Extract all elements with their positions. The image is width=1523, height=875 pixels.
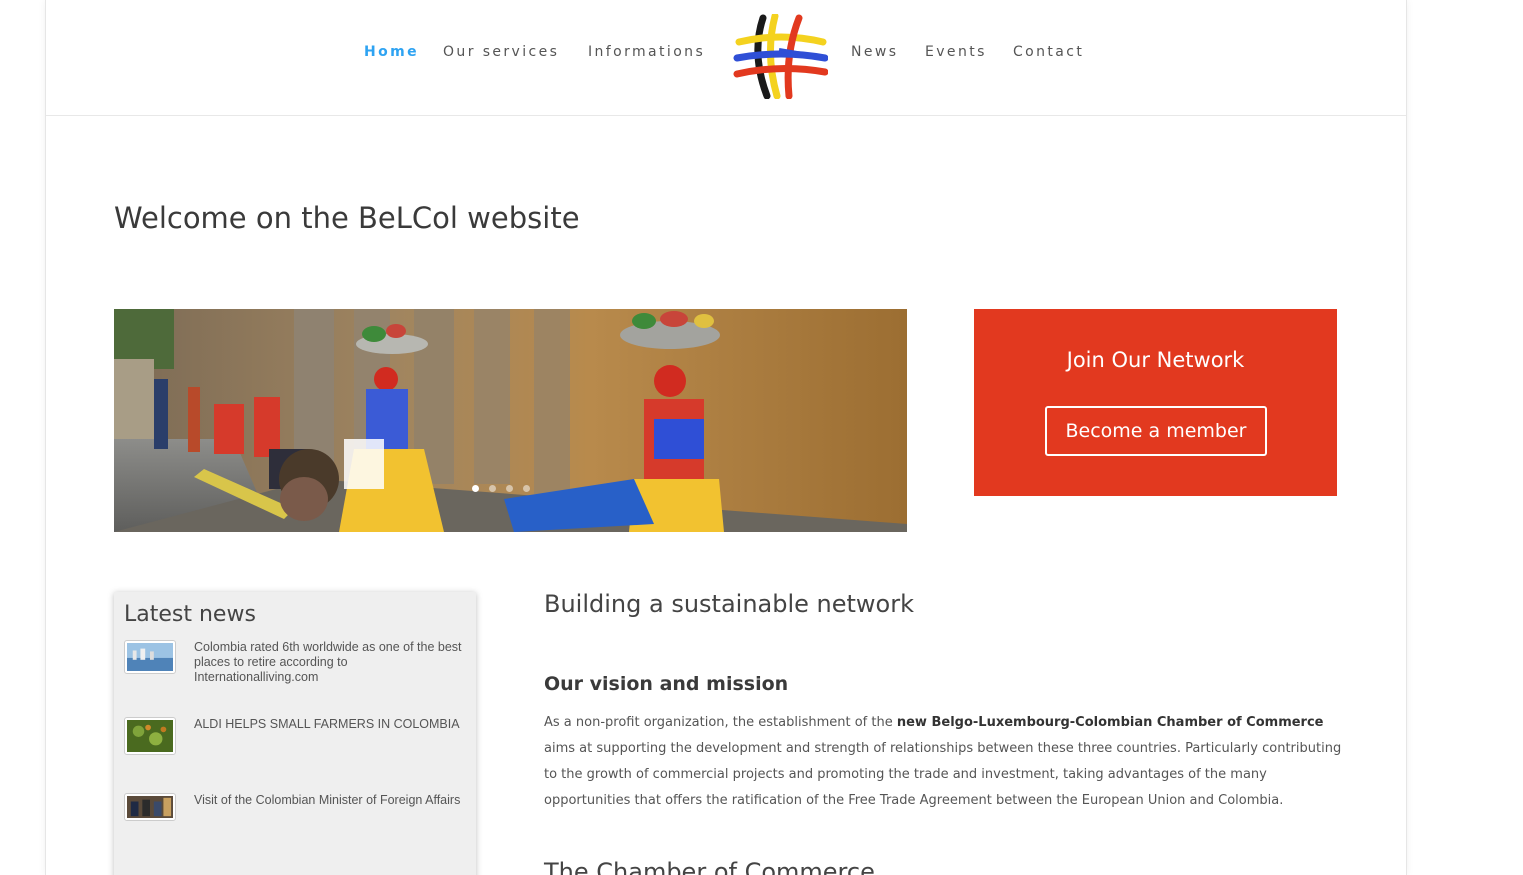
slider-dot-3[interactable] — [506, 485, 513, 492]
page-title: Welcome on the BeLCol website — [114, 201, 580, 235]
nav-item-contact[interactable]: Contact — [1013, 44, 1084, 60]
chamber-heading: The Chamber of Commerce — [544, 858, 875, 875]
beach-image-icon — [127, 643, 173, 671]
cta-title: Join Our Network — [1066, 348, 1245, 372]
news-thumbnail[interactable] — [124, 640, 176, 674]
paragraph-bold-text: new Belgo-Luxembourg-Colombian Chamber o… — [896, 715, 1324, 730]
vision-mission-paragraph: As a non-profit organization, the establ… — [544, 710, 1344, 814]
site-logo[interactable] — [733, 12, 829, 100]
slider-pagination — [472, 485, 530, 492]
section-heading: Building a sustainable network — [544, 590, 915, 618]
nav-item-our-services[interactable]: Our services — [443, 44, 559, 60]
nav-item-home[interactable]: Home — [364, 44, 419, 60]
paragraph-text: aims at supporting the development and s… — [544, 741, 1342, 808]
news-item-text[interactable]: Visit of the Colombian Minister of Forei… — [194, 793, 464, 808]
join-network-cta: Join Our Network Become a member — [974, 309, 1337, 496]
slider-dot-2[interactable] — [489, 485, 496, 492]
nav-item-events[interactable]: Events — [925, 44, 987, 60]
image-slider[interactable] — [114, 309, 907, 532]
become-member-button[interactable]: Become a member — [1045, 406, 1267, 456]
news-thumbnail[interactable] — [124, 717, 176, 755]
news-thumbnail[interactable] — [124, 793, 176, 821]
slider-dot-1[interactable] — [472, 485, 479, 492]
vision-mission-heading: Our vision and mission — [544, 673, 789, 695]
news-item-text[interactable]: ALDI HELPS SMALL FARMERS IN COLOMBIA — [194, 717, 464, 732]
paragraph-text: As a non-profit organization, the establ… — [544, 715, 897, 730]
plant-image-icon — [127, 720, 173, 752]
belcol-logo-icon — [733, 12, 829, 100]
slider-dot-4[interactable] — [523, 485, 530, 492]
latest-news-title: Latest news — [124, 602, 256, 627]
slider-image — [114, 309, 907, 532]
meeting-image-icon — [127, 796, 173, 818]
latest-news-widget: Latest news Colombia rated 6th worldwide… — [114, 592, 476, 875]
nav-item-informations[interactable]: Informations — [588, 44, 705, 60]
news-item-text[interactable]: Colombia rated 6th worldwide as one of t… — [194, 640, 464, 685]
nav-item-news[interactable]: News — [851, 44, 898, 60]
page-container: Home Our services Informations News Even… — [45, 0, 1407, 875]
site-header: Home Our services Informations News Even… — [46, 0, 1406, 116]
